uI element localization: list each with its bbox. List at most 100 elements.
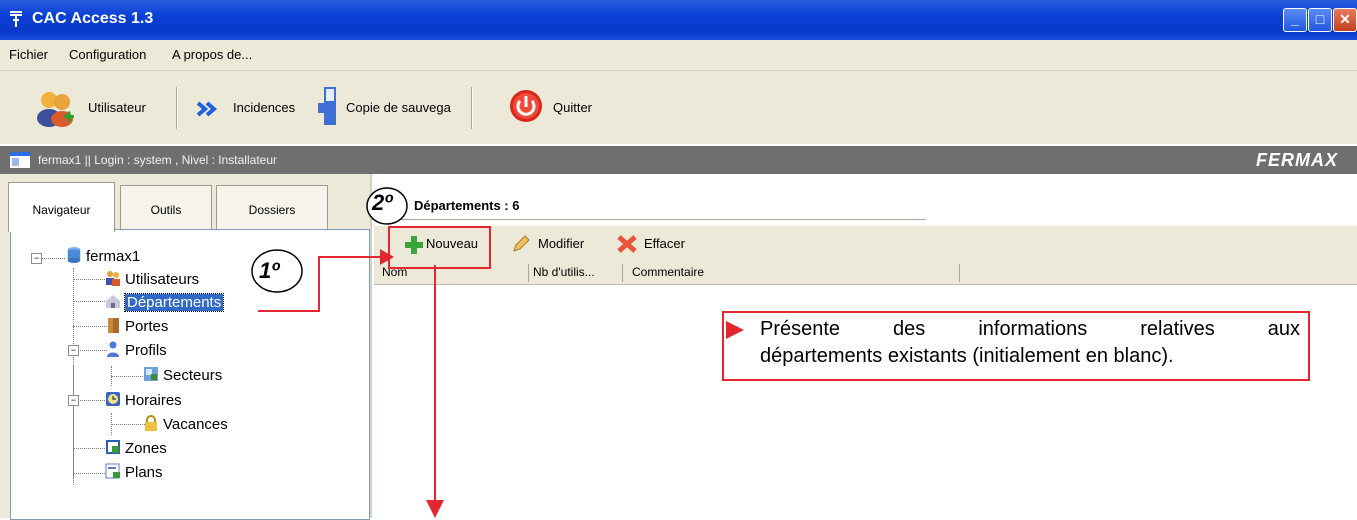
tree-item-departements[interactable]: Départements (105, 293, 225, 312)
tree-vacances-label: Vacances (163, 416, 228, 433)
pencil-icon (513, 235, 530, 252)
minimize-button[interactable]: _ (1283, 8, 1307, 32)
tree-departements-label: Départements (123, 293, 225, 312)
tree-item-plans[interactable]: Plans (105, 463, 163, 481)
menu-configuration[interactable]: Configuration (69, 47, 146, 62)
tree-plans-label: Plans (125, 464, 163, 481)
tree-item-secteurs[interactable]: Secteurs (143, 366, 222, 384)
window-icon (10, 152, 30, 168)
sector-icon (144, 367, 158, 381)
annotation-arrow-line (434, 265, 436, 509)
departements-count: Départements : 6 (414, 198, 520, 213)
tab-navigateur-label: Navigateur (32, 203, 91, 217)
quitter-label: Quitter (553, 100, 593, 115)
column-separator[interactable] (959, 264, 960, 282)
tab-outils-label: Outils (150, 203, 182, 217)
tree-line (73, 301, 107, 302)
utilisateur-button[interactable]: Utilisateur (34, 89, 174, 129)
step-1-label: 1º (259, 258, 280, 283)
door-icon (108, 318, 119, 333)
tree-item-utilisateurs[interactable]: Utilisateurs (105, 270, 199, 288)
session-info: fermax1 || Login : system , Nivel : Inst… (38, 153, 277, 167)
tree-horaires-label: Horaires (125, 392, 182, 409)
tree-line (111, 376, 145, 377)
annotation-connector (318, 256, 384, 258)
tree-item-zones[interactable]: Zones (105, 439, 167, 457)
clock-icon (106, 392, 120, 406)
tree-item-horaires[interactable]: Horaires (105, 391, 182, 409)
tree-line (73, 448, 107, 449)
backup-disk-icon (318, 87, 336, 125)
toolbar-separator (176, 87, 178, 129)
restore-button[interactable]: □ (1308, 8, 1332, 32)
tau-cross-icon (8, 9, 26, 29)
column-separator[interactable] (622, 264, 623, 282)
effacer-button[interactable]: Effacer (616, 233, 696, 255)
plan-icon (105, 463, 120, 479)
users-icon (106, 271, 120, 286)
copie-sauvegarde-button[interactable]: Copie de sauvega (318, 85, 468, 129)
modifier-button[interactable]: Modifier (512, 233, 592, 255)
effacer-label: Effacer (644, 236, 685, 251)
tree-line (41, 258, 65, 259)
tree-item-vacances[interactable]: Vacances (143, 415, 228, 433)
tree-portes-label: Portes (125, 318, 169, 335)
info-line-2: départements existants (initialement en … (760, 345, 1174, 367)
info-line-1: Présente des informations relatives aux (760, 318, 1300, 340)
utilisateur-label: Utilisateur (88, 100, 146, 115)
menu-a-propos[interactable]: A propos de... (172, 47, 252, 62)
tree-line (73, 279, 107, 280)
users-add-icon (37, 92, 74, 127)
modifier-label: Modifier (538, 236, 585, 251)
tree-item-profils[interactable]: Profils (105, 341, 167, 359)
tab-navigateur[interactable]: Navigateur (8, 182, 115, 232)
tree-line (111, 424, 145, 425)
tab-dossiers-label: Dossiers (248, 203, 296, 217)
session-banner: fermax1 || Login : system , Nivel : Inst… (0, 146, 1357, 174)
close-button[interactable]: ✕ (1333, 8, 1357, 32)
title-bar[interactable]: CAC Access 1.3 _ □ ✕ (0, 0, 1357, 40)
toolbar-grip (0, 71, 6, 144)
column-separator[interactable] (528, 264, 529, 282)
collapse-icon[interactable]: − (68, 395, 79, 406)
header-divider (372, 219, 926, 220)
navigation-tree: − fermax1 Utilisateurs Départements Port… (10, 229, 370, 520)
collapse-icon[interactable]: − (68, 345, 79, 356)
user-profile-icon (107, 341, 119, 357)
collapse-icon[interactable]: − (31, 253, 42, 264)
toolbar: Utilisateur Incidences Copie de sauvega … (0, 71, 1357, 144)
column-nb-utilisateurs[interactable]: Nb d'utilis... (533, 265, 595, 279)
tree-line (73, 473, 107, 474)
tree-line (73, 365, 74, 485)
tree-zones-label: Zones (125, 440, 167, 457)
database-icon (67, 247, 81, 263)
delete-icon (617, 235, 637, 253)
arrow-right-icon (380, 249, 394, 265)
menu-fichier[interactable]: Fichier (9, 47, 48, 62)
tab-outils[interactable]: Outils (120, 185, 212, 230)
grid-header (374, 262, 1357, 285)
annotation-connector (258, 310, 320, 312)
tree-profils-label: Profils (125, 342, 167, 359)
copie-label: Copie de sauvega (346, 100, 451, 115)
minimize-icon: _ (1291, 11, 1299, 27)
building-icon (106, 295, 120, 308)
step-2-label: 2º (372, 190, 393, 215)
fermax-logo: FERMAX (1256, 150, 1338, 170)
incidences-label: Incidences (233, 100, 296, 115)
quitter-button[interactable]: Quitter (509, 89, 599, 129)
tree-line (73, 326, 107, 327)
tab-dossiers[interactable]: Dossiers (216, 185, 328, 230)
tree-secteurs-label: Secteurs (163, 367, 223, 384)
tree-item-portes[interactable]: Portes (105, 317, 168, 335)
power-icon (510, 90, 542, 122)
annotation-connector (318, 256, 320, 312)
zone-icon (106, 440, 120, 454)
incidences-button[interactable]: Incidences (196, 89, 306, 129)
tree-item-root[interactable]: fermax1 (66, 247, 140, 265)
double-chevron-right-icon (196, 101, 218, 117)
column-commentaire[interactable]: Commentaire (632, 265, 704, 279)
tree-utilisateurs-label: Utilisateurs (125, 271, 200, 288)
close-icon: ✕ (1339, 11, 1351, 27)
triangle-right-icon (726, 321, 744, 339)
